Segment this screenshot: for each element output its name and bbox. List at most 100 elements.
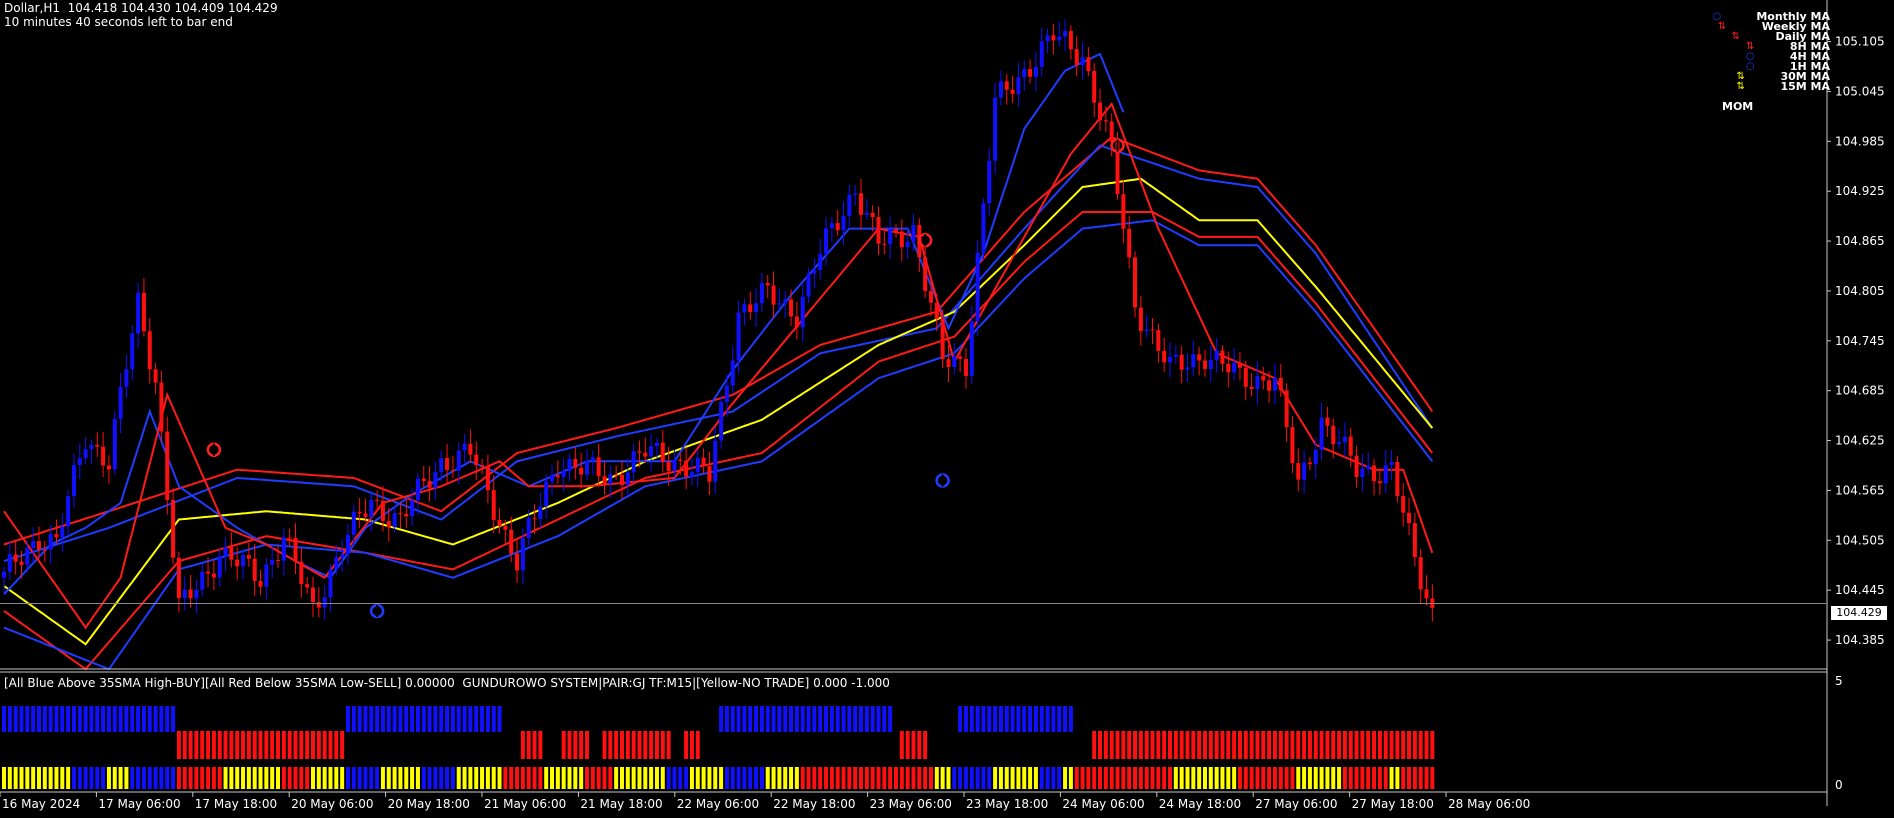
histogram-bar (934, 767, 939, 789)
ma-line-lower-red (3, 211, 1434, 671)
candle-body (153, 369, 158, 383)
candle-body (585, 460, 589, 475)
candle-body (1074, 49, 1079, 66)
histogram-bar (859, 706, 864, 732)
candle-body (963, 358, 968, 376)
candle-body (89, 445, 94, 450)
candle-body (1407, 512, 1412, 524)
histogram-bar (1261, 731, 1266, 759)
histogram-bar (491, 767, 496, 789)
histogram-bar (1284, 731, 1289, 759)
candle-body (206, 571, 211, 574)
histogram-bar (1407, 767, 1412, 789)
histogram-bar (410, 706, 415, 732)
candle-body (1033, 66, 1038, 77)
histogram-bar (439, 767, 444, 789)
histogram-bar (859, 767, 864, 789)
histogram-bar (573, 767, 578, 789)
histogram-bar (602, 731, 607, 759)
histogram-bar (928, 767, 933, 789)
histogram-bar (794, 767, 799, 789)
candle-body (1296, 463, 1301, 480)
candle-body (1022, 69, 1027, 78)
histogram-bar (882, 767, 887, 789)
histogram-bar (31, 706, 36, 732)
histogram-bar (993, 706, 998, 732)
candle-body (1366, 465, 1371, 469)
price-tick-label: 105.105 (1835, 35, 1885, 49)
histogram-bar (689, 767, 694, 789)
candle-body (928, 291, 933, 303)
histogram-bar (287, 767, 292, 789)
candle-body (841, 215, 846, 231)
ma-legend: ○ Monthly MA ⇅ Weekly MA ⇅ Daily MA ⇅ 8H MA ○ 4H … (1712, 11, 1830, 93)
candle-body (19, 561, 24, 566)
candle-body (1063, 31, 1068, 37)
candle-body (130, 333, 135, 370)
candle-body (1185, 367, 1190, 370)
histogram-bar (1389, 731, 1394, 759)
histogram-bar (1138, 767, 1143, 789)
candle-body (654, 442, 659, 447)
candle-body (211, 573, 216, 578)
histogram-bar (106, 767, 111, 789)
histogram-bar (666, 731, 671, 759)
histogram-bar (386, 767, 391, 789)
histogram-bar (293, 731, 298, 759)
histogram-bar (386, 706, 391, 732)
histogram-bar (520, 767, 525, 789)
histogram-bar (433, 767, 438, 789)
histogram-bar (1039, 767, 1044, 789)
histogram-bar (1331, 731, 1336, 759)
histogram-bar (1179, 731, 1184, 759)
candle-body (252, 558, 257, 582)
candle-body (415, 478, 420, 501)
candle-body (1278, 377, 1283, 391)
histogram-bar (876, 706, 881, 732)
histogram-bar (1430, 731, 1435, 759)
histogram-bar (940, 767, 945, 789)
histogram-bar (363, 706, 368, 732)
histogram-bar (42, 767, 47, 789)
histogram-bar (270, 767, 275, 789)
candle-body (859, 193, 864, 215)
histogram-bar (1185, 767, 1190, 789)
candle-body (1138, 307, 1143, 332)
histogram-bar (689, 731, 694, 759)
histogram-bar (625, 767, 630, 789)
histogram-bar (1098, 731, 1103, 759)
histogram-bar (765, 706, 770, 732)
histogram-bar (660, 731, 665, 759)
histogram-bar (812, 767, 817, 789)
histogram-bar (911, 731, 916, 759)
legend-label: 15M MA (1780, 80, 1830, 93)
histogram-bar (48, 706, 53, 732)
time-tick-label: 27 May 06:00 (1255, 797, 1337, 811)
histogram-bar (95, 767, 100, 789)
histogram-bar (526, 731, 531, 759)
histogram-bar (264, 767, 269, 789)
histogram-bar (1243, 767, 1248, 789)
candle-body (678, 459, 683, 462)
histogram-bar (567, 767, 572, 789)
histogram-bar (847, 767, 852, 789)
histogram-bar (923, 731, 928, 759)
histogram-bar (841, 767, 846, 789)
histogram-bar (515, 767, 520, 789)
histogram-bar (695, 767, 700, 789)
histogram-bar (462, 706, 467, 732)
histogram-bar (1255, 731, 1260, 759)
histogram-bar (555, 767, 560, 789)
candle-body (520, 538, 525, 571)
price-tick-label: 104.445 (1835, 583, 1885, 597)
candle-body (561, 471, 566, 478)
histogram-bar (736, 767, 741, 789)
candle-body (818, 253, 823, 271)
histogram-bar (176, 767, 181, 789)
histogram-bar (182, 731, 187, 759)
histogram-bar (1424, 767, 1429, 789)
candle-body (567, 458, 572, 472)
histogram-bar (1168, 731, 1172, 759)
candle-body (847, 194, 852, 216)
histogram-bar (1307, 731, 1312, 759)
